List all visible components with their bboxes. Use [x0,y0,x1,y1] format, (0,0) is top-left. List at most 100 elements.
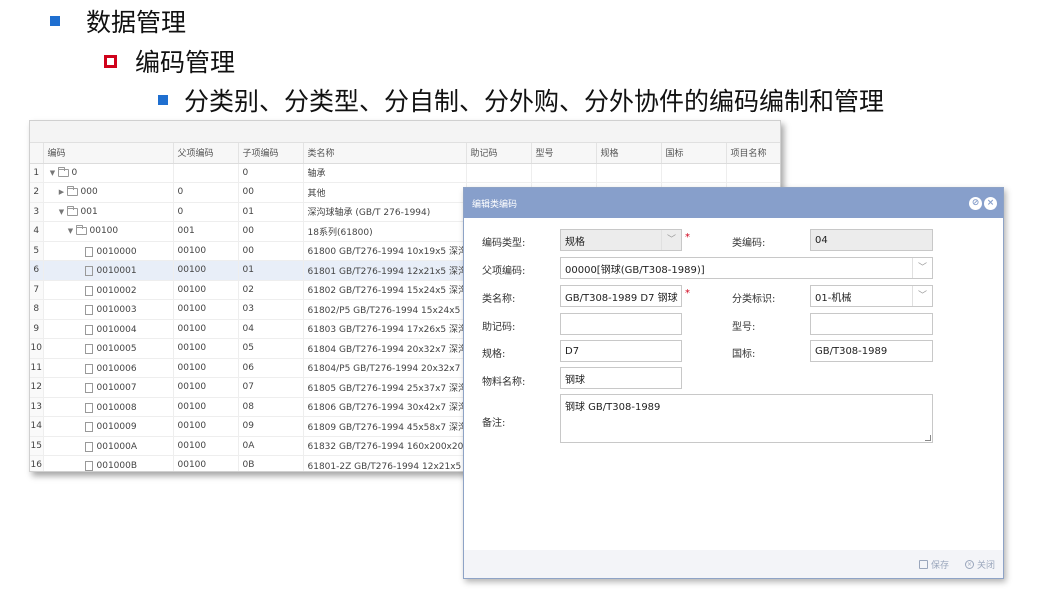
row-number-text: 3 [33,206,40,217]
child-code-cell: 00 [238,241,304,261]
code-text: 0010002 [96,285,137,296]
tree-node[interactable]: 0010005 [48,344,137,355]
code-cell[interactable]: ▼ 0 [43,163,174,183]
header-spec[interactable]: 规格 [596,143,662,164]
code-cell[interactable]: 001000A [43,436,174,456]
tree-node[interactable]: 001000B [48,461,137,471]
tree-node[interactable]: 0010008 [48,402,137,413]
code-cell[interactable]: 0010007 [43,377,174,398]
tree-node[interactable]: 0010003 [48,305,137,316]
header-model[interactable]: 型号 [531,143,597,164]
code-cell[interactable]: 0010001 [43,260,174,281]
tree-node[interactable]: 0010004 [48,324,137,335]
class-name-cell-text: 深沟球轴承 (GB/T 276-1994) [307,208,431,219]
tree-node[interactable]: 0010007 [48,383,137,394]
parent-code-cell-text: 00100 [177,284,207,295]
material-name-field[interactable]: 钢球 [560,367,682,389]
bullet3-text: 分类别、分类型、分自制、分外购、分外协件的编码编制和管理 [184,87,885,116]
tree-node[interactable]: ▼ 0 [48,166,78,178]
code-cell[interactable]: 0010005 [43,338,174,359]
tree-node[interactable]: ▶ 000 [48,186,98,197]
dialog-form: 编码类型: 规格 ﹀ * 类编码: 04 父项编码: 00000[钢球(GB/T… [466,218,1001,552]
class-name-field[interactable]: GB/T308-1989 D7 钢球 [560,285,682,307]
table-row[interactable]: 1 ▼ 0 0 轴承 [30,163,780,183]
code-cell[interactable]: 0010006 [43,358,174,378]
child-code-cell-text: 01 [242,206,254,217]
tree-node[interactable]: 001000A [48,441,137,452]
child-code-cell-text: 00 [242,245,254,256]
header-child-code[interactable]: 子项编码 [238,143,304,164]
row-number: 7 [30,280,44,300]
save-button[interactable]: 保存 [918,558,949,571]
parent-code-select[interactable]: 00000[钢球(GB/T308-1989)] ﹀ [560,257,933,279]
code-cell[interactable]: 0010009 [43,416,174,437]
tree-node[interactable]: ▼ 00100 [48,225,118,236]
close-button[interactable]: × 关闭 [964,558,995,571]
minimize-icon[interactable]: ⊘ [969,197,982,210]
expanded-toggle-icon[interactable]: ▼ [66,227,76,235]
code-cell[interactable]: 0010004 [43,319,174,339]
row-number: 13 [30,397,44,417]
category-mark-select[interactable]: 01-机械 ﹀ [810,285,933,307]
child-code-cell-text: 0B [242,460,255,471]
child-code-cell-text: 0 [242,167,249,178]
header-code[interactable]: 编码 [43,143,174,164]
parent-code-cell: 00100 [173,358,239,378]
header-project-name[interactable]: 项目名称 [726,143,780,164]
chevron-down-icon[interactable]: ﹀ [912,286,932,306]
tree-node[interactable]: 0010001 [48,266,137,277]
row-number-text: 8 [33,304,40,315]
close-icon[interactable]: × [984,197,997,210]
header-class-name[interactable]: 类名称 [303,143,467,164]
model-field[interactable] [810,313,933,335]
file-icon [84,402,93,413]
header-rownum [30,143,44,164]
national-std-field[interactable]: GB/T308-1989 [810,340,933,362]
code-type-select[interactable]: 规格 ﹀ [560,229,682,251]
child-code-cell: 01 [238,260,304,281]
parent-code-cell: 00100 [173,338,239,359]
class-name-cell: 61809 GB/T276-1994 45x58x7 深沟球轴承 [303,416,467,437]
header-mnemonic[interactable]: 助记码 [466,143,532,164]
child-code-cell-text: 09 [242,421,254,432]
tree-node[interactable]: 0010000 [48,246,137,257]
code-cell[interactable]: 0010000 [43,241,174,261]
code-cell[interactable]: ▶ 000 [43,182,174,203]
parent-code-cell: 00100 [173,260,239,281]
code-text: 001 [80,206,98,217]
class-code-field[interactable]: 04 [810,229,933,251]
code-cell[interactable]: ▼ 001 [43,202,174,222]
header-national-std[interactable]: 国标 [661,143,727,164]
code-text: 0 [71,167,78,178]
remark-textarea[interactable]: 钢球 GB/T308-1989 [560,394,933,443]
spec-field[interactable]: D7 [560,340,682,362]
close-circle-icon: × [964,559,974,569]
remark-label: 备注: [482,418,506,429]
dialog-titlebar[interactable]: 编辑类编码 ⊘ × [464,188,1003,218]
collapsed-toggle-icon[interactable]: ▶ [57,188,67,196]
code-cell[interactable]: 0010008 [43,397,174,417]
folder-icon [75,225,87,236]
chevron-down-icon[interactable]: ﹀ [912,258,932,278]
tree-node[interactable]: 0010006 [48,363,137,374]
mnemonic-field[interactable] [560,313,682,335]
code-cell[interactable]: 001000B [43,455,174,471]
tree-node[interactable]: 0010009 [48,422,137,433]
parent-code-label: 父项编码: [482,266,526,277]
code-cell[interactable]: ▼ 00100 [43,221,174,242]
bullet-level3: 分类别、分类型、分自制、分外购、分外协件的编码编制和管理 [158,82,884,118]
chevron-down-icon[interactable]: ﹀ [661,230,681,250]
folder-icon [57,166,69,177]
file-icon [84,363,93,374]
expanded-toggle-icon[interactable]: ▼ [48,169,58,177]
tree-node[interactable]: ▼ 001 [48,205,98,217]
row-number-text: 6 [33,265,40,276]
header-parent-code[interactable]: 父项编码 [173,143,239,164]
tree-node[interactable]: 0010002 [48,285,137,296]
code-cell[interactable]: 0010003 [43,299,174,320]
bullet-square-icon [158,95,168,105]
expanded-toggle-icon[interactable]: ▼ [57,208,67,216]
code-cell[interactable]: 0010002 [43,280,174,300]
parent-code-cell-text: 0 [177,187,184,198]
resize-grip-icon[interactable] [925,435,931,441]
